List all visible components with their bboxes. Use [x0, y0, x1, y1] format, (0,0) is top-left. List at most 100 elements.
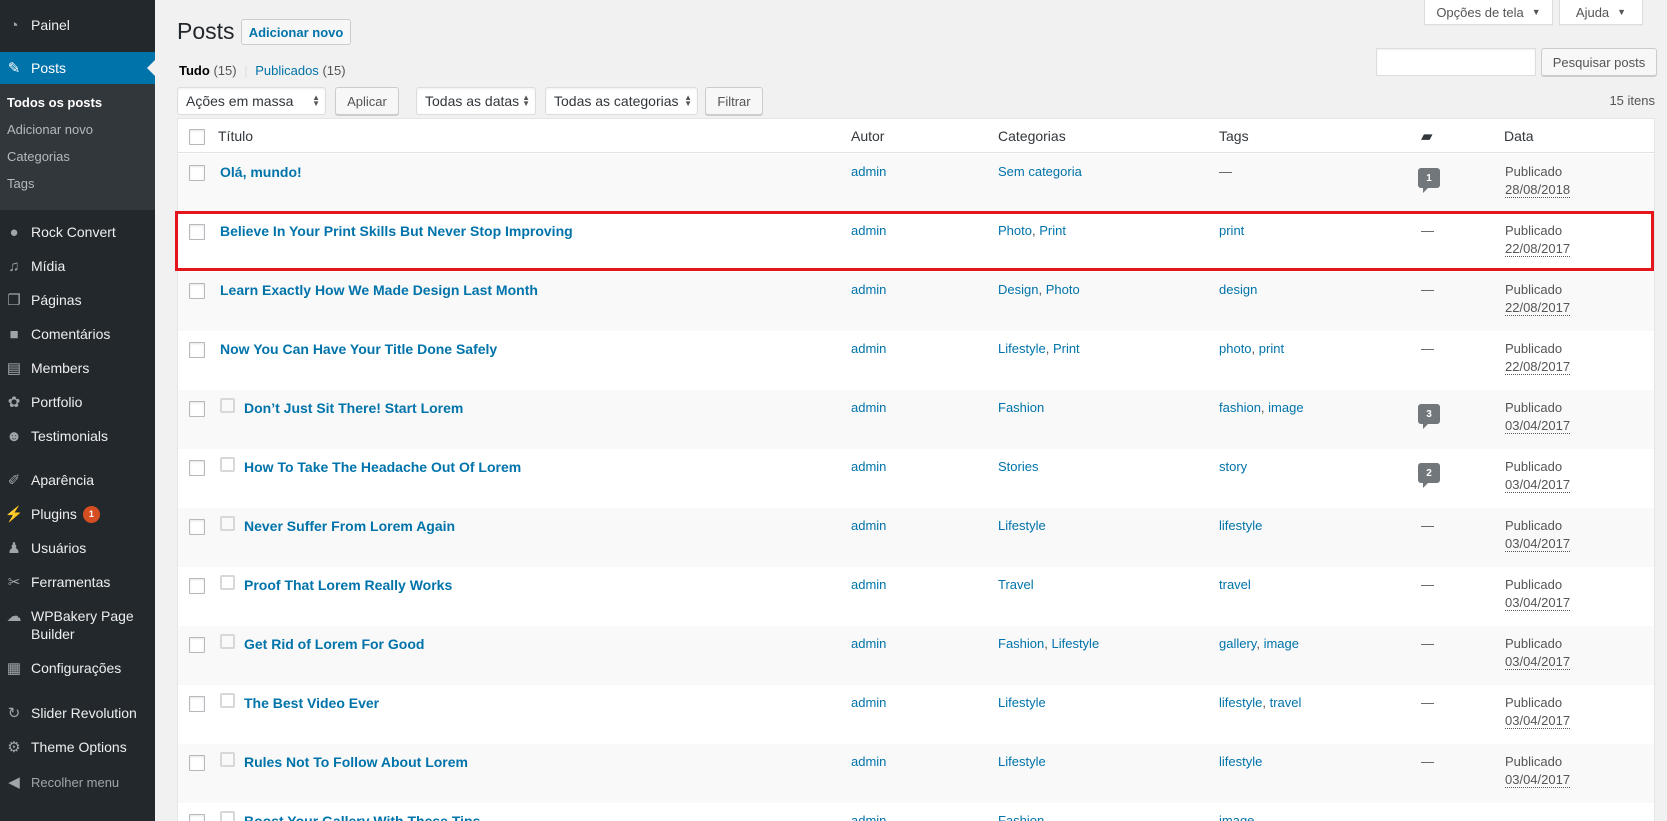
menu-item-configuracoes[interactable]: ▦ Configurações [0, 657, 155, 679]
category-link[interactable]: Travel [998, 577, 1034, 592]
post-author-link[interactable]: admin [851, 518, 886, 533]
menu-item-aparencia[interactable]: ✐ Aparência [0, 469, 155, 491]
tag-link[interactable]: image [1264, 636, 1299, 651]
menu-item-rock-convert[interactable]: ● Rock Convert [0, 221, 155, 243]
post-title-link[interactable]: Believe In Your Print Skills But Never S… [220, 223, 573, 239]
post-author-link[interactable]: admin [851, 636, 886, 651]
post-title-link[interactable]: Rules Not To Follow About Lorem [244, 754, 468, 770]
post-title-link[interactable]: Now You Can Have Your Title Done Safely [220, 341, 497, 357]
submenu-item-categories[interactable]: Categorias [7, 149, 70, 164]
tag-link[interactable]: gallery [1219, 636, 1256, 651]
menu-item-portfolio[interactable]: ✿ Portfolio [0, 391, 155, 413]
post-title-link[interactable]: Boost Your Gallery With These Tips [244, 813, 480, 821]
post-title-link[interactable]: The Best Video Ever [244, 695, 379, 711]
post-author-link[interactable]: admin [851, 813, 886, 821]
tag-link[interactable]: photo [1219, 341, 1252, 356]
add-new-post-button[interactable]: Adicionar novo [241, 19, 351, 45]
menu-item-members[interactable]: ▤ Members [0, 357, 155, 379]
post-title-link[interactable]: Olá, mundo! [220, 164, 302, 180]
tag-link[interactable]: lifestyle [1219, 518, 1262, 533]
help-button[interactable]: Ajuda ▼ [1559, 0, 1643, 25]
category-link[interactable]: Fashion [998, 636, 1044, 651]
post-author-link[interactable]: admin [851, 459, 886, 474]
tag-link[interactable]: print [1219, 223, 1244, 238]
row-checkbox[interactable] [189, 755, 205, 771]
category-link[interactable]: Sem categoria [998, 164, 1082, 179]
screen-options-button[interactable]: Opções de tela ▼ [1424, 0, 1553, 25]
menu-item-paginas[interactable]: ❐ Páginas [0, 289, 155, 311]
filter-published[interactable]: Publicados [255, 63, 319, 78]
column-date[interactable]: Data [1504, 128, 1534, 144]
tag-link[interactable]: image [1268, 400, 1303, 415]
row-checkbox[interactable] [189, 283, 205, 299]
post-author-link[interactable]: admin [851, 223, 886, 238]
menu-item-ferramentas[interactable]: ✂ Ferramentas [0, 571, 155, 593]
row-checkbox[interactable] [189, 401, 205, 417]
post-author-link[interactable]: admin [851, 577, 886, 592]
post-title-link[interactable]: Proof That Lorem Really Works [244, 577, 452, 593]
apply-button[interactable]: Aplicar [335, 87, 399, 115]
category-link[interactable]: Lifestyle [998, 754, 1046, 769]
category-link[interactable]: Lifestyle [998, 341, 1046, 356]
tag-link[interactable]: lifestyle [1219, 695, 1262, 710]
menu-item-painel[interactable]: ◔ Painel [0, 14, 155, 36]
row-checkbox[interactable] [189, 814, 205, 821]
menu-item-wpbakery[interactable]: ☁ WPBakery Page Builder [0, 607, 155, 643]
comments-column-icon[interactable]: ▰ [1421, 127, 1433, 145]
tag-link[interactable]: image [1219, 813, 1254, 821]
comment-count-bubble[interactable]: 2 [1418, 463, 1440, 488]
category-link[interactable]: Lifestyle [998, 695, 1046, 710]
category-link[interactable]: Fashion [998, 400, 1044, 415]
filter-all[interactable]: Tudo [179, 63, 210, 78]
collapse-menu-button[interactable]: ◀ Recolher menu [0, 771, 155, 793]
category-link[interactable]: Print [1053, 341, 1080, 356]
submenu-item-all-posts[interactable]: Todos os posts [7, 95, 102, 110]
post-author-link[interactable]: admin [851, 400, 886, 415]
post-title-link[interactable]: Learn Exactly How We Made Design Last Mo… [220, 282, 538, 298]
menu-item-plugins[interactable]: ⚡ Plugins 1 [0, 503, 155, 525]
category-link[interactable]: Design [998, 282, 1038, 297]
row-checkbox[interactable] [189, 342, 205, 358]
post-author-link[interactable]: admin [851, 754, 886, 769]
menu-item-testimonials[interactable]: ☻ Testimonials [0, 425, 155, 447]
post-author-link[interactable]: admin [851, 282, 886, 297]
row-checkbox[interactable] [189, 165, 205, 181]
column-title[interactable]: Título [218, 128, 253, 144]
tag-link[interactable]: lifestyle [1219, 754, 1262, 769]
search-input[interactable] [1376, 48, 1536, 76]
menu-item-usuarios[interactable]: ♟ Usuários [0, 537, 155, 559]
tag-link[interactable]: design [1219, 282, 1257, 297]
bulk-actions-select[interactable]: Ações em massa ▲ ▼ [177, 87, 326, 115]
date-filter-select[interactable]: Todas as datas ▲ ▼ [416, 87, 536, 115]
row-checkbox[interactable] [189, 637, 205, 653]
submenu-item-add-new[interactable]: Adicionar novo [7, 122, 93, 137]
category-link[interactable]: Stories [998, 459, 1038, 474]
search-posts-button[interactable]: Pesquisar posts [1541, 48, 1657, 76]
row-checkbox[interactable] [189, 460, 205, 476]
row-checkbox[interactable] [189, 578, 205, 594]
comment-count-bubble[interactable]: 3 [1418, 404, 1440, 429]
category-link[interactable]: Fashion [998, 813, 1044, 821]
tag-link[interactable]: story [1219, 459, 1247, 474]
post-author-link[interactable]: admin [851, 341, 886, 356]
select-all-checkbox[interactable] [189, 129, 205, 145]
submenu-item-tags[interactable]: Tags [7, 176, 34, 191]
post-title-link[interactable]: Get Rid of Lorem For Good [244, 636, 424, 652]
category-link[interactable]: Lifestyle [1051, 636, 1099, 651]
row-checkbox[interactable] [189, 224, 205, 240]
post-title-link[interactable]: Don’t Just Sit There! Start Lorem [244, 400, 463, 416]
tag-link[interactable]: travel [1270, 695, 1302, 710]
post-author-link[interactable]: admin [851, 164, 886, 179]
category-filter-select[interactable]: Todas as categorias ▲ ▼ [545, 87, 698, 115]
row-checkbox[interactable] [189, 696, 205, 712]
filter-button[interactable]: Filtrar [705, 87, 763, 115]
row-checkbox[interactable] [189, 519, 205, 535]
post-title-link[interactable]: How To Take The Headache Out Of Lorem [244, 459, 521, 475]
category-link[interactable]: Print [1039, 223, 1066, 238]
comment-count-bubble[interactable]: 1 [1418, 168, 1440, 193]
category-link[interactable]: Lifestyle [998, 518, 1046, 533]
menu-item-posts[interactable]: ✎ Posts [0, 52, 155, 84]
post-author-link[interactable]: admin [851, 695, 886, 710]
menu-item-theme-options[interactable]: ⚙ Theme Options [0, 736, 155, 758]
menu-item-comentarios[interactable]: ■ Comentários [0, 323, 155, 345]
